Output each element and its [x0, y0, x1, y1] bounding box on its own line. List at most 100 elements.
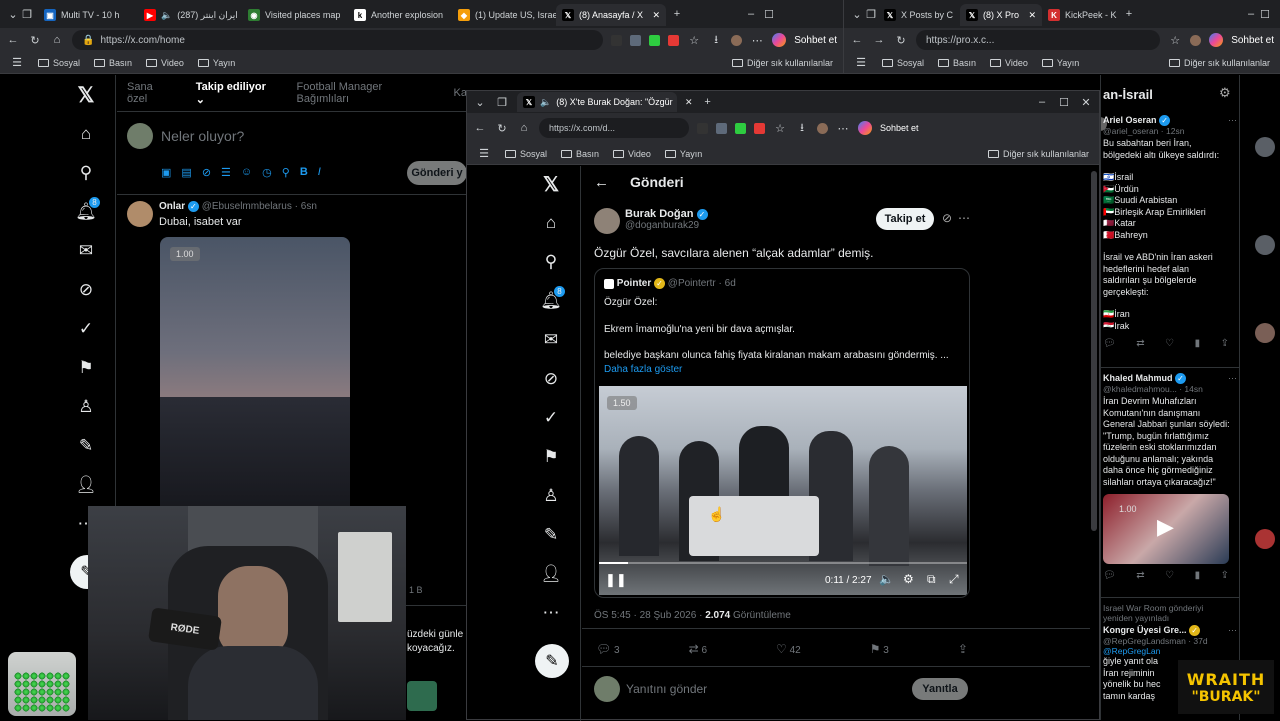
tweet-time[interactable]: 12sn: [1166, 126, 1184, 136]
tweet-time[interactable]: 37d: [1193, 636, 1207, 646]
avatar[interactable]: [731, 34, 743, 46]
avatar[interactable]: [1255, 235, 1275, 255]
mail-icon[interactable]: ✉: [539, 328, 563, 352]
pip-icon[interactable]: ⧉: [927, 572, 936, 587]
bookmark-folder[interactable]: Sosyal: [882, 58, 924, 68]
tweet-handle[interactable]: @Ebuselmmbelarus: [202, 201, 292, 212]
tweet-video[interactable]: 1.00 ▶: [1103, 494, 1229, 565]
avatar[interactable]: [1190, 34, 1202, 46]
quote-handle[interactable]: @Pointertr: [668, 278, 716, 289]
extension-icon[interactable]: [754, 122, 765, 134]
share-icon[interactable]: ⇪: [958, 642, 968, 656]
close-icon[interactable]: ✕: [1028, 10, 1036, 21]
back-icon[interactable]: ←: [850, 33, 864, 47]
quote-card[interactable]: Pointer ✓ @Pointertr · 6d Özgür Özel: Ek…: [594, 268, 970, 598]
back-icon[interactable]: ←: [473, 121, 487, 135]
chat-button[interactable]: Sohbet et: [1231, 35, 1274, 46]
tweet-handle[interactable]: @RepGregLandsman: [1103, 636, 1186, 646]
downloads-icon[interactable]: ⭳: [709, 33, 723, 47]
avatar[interactable]: [127, 123, 153, 149]
avatar[interactable]: [594, 676, 620, 702]
bookmark-icon[interactable]: ⚑: [74, 356, 98, 380]
more-icon[interactable]: ⋯: [750, 33, 764, 47]
video-progress-track[interactable]: [599, 562, 967, 564]
speed-badge[interactable]: 1.50: [607, 396, 637, 410]
mention-link[interactable]: @RepGregLan: [1103, 646, 1237, 656]
bookmark-folder[interactable]: Basın: [938, 58, 976, 68]
tweet-author[interactable]: Ariel Oseran: [1103, 115, 1157, 125]
bell-icon[interactable]: 🔔︎ 8: [74, 197, 100, 224]
jobs-icon[interactable]: ♙: [539, 484, 563, 508]
copilot-icon[interactable]: [1209, 33, 1224, 47]
mail-icon[interactable]: ✉: [74, 239, 98, 263]
x-logo-icon[interactable]: 𝕏: [74, 83, 98, 107]
copilot-icon[interactable]: [858, 121, 872, 135]
more-icon[interactable]: ⋯: [836, 121, 850, 135]
bookmark-folder[interactable]: Yayın: [197, 58, 235, 68]
other-bookmarks[interactable]: Diğer sık kullanılanlar: [987, 149, 1089, 159]
avatar[interactable]: [1255, 529, 1275, 549]
new-tab-icon[interactable]: +: [701, 95, 715, 109]
repost-icon[interactable]: ⇄: [1136, 570, 1144, 581]
chat-button[interactable]: Sohbet et: [794, 35, 837, 46]
avatar[interactable]: [594, 208, 620, 234]
favorites-icon[interactable]: ☆: [773, 121, 787, 135]
like-action[interactable]: ♡ 42: [776, 642, 801, 656]
bell-icon[interactable]: 🔔︎ 8: [539, 286, 565, 313]
new-tab-icon[interactable]: +: [1122, 7, 1136, 21]
views-icon[interactable]: ▮: [1195, 338, 1201, 349]
tab-visited-places[interactable]: ◉ Visited places map: [242, 4, 348, 26]
grok-icon[interactable]: ⊘: [942, 211, 952, 225]
tab-youtube-iran[interactable]: ▶ 🔈 ایران اینتر (287): [138, 4, 242, 26]
extension-icon[interactable]: [735, 122, 746, 134]
verified-icon[interactable]: ✓: [74, 317, 98, 341]
search-icon[interactable]: ⚲: [539, 250, 563, 274]
schedule-icon[interactable]: ◷: [262, 166, 272, 179]
bookmark-folder[interactable]: Yayın: [664, 149, 702, 159]
bookmark-folder[interactable]: Video: [990, 58, 1028, 68]
maximize-icon[interactable]: ☐: [762, 7, 776, 21]
tab-for-you[interactable]: Sana özel: [127, 81, 174, 105]
tweet-author[interactable]: Kongre Üyesi Gre...: [1103, 625, 1187, 635]
address-bar[interactable]: https://pro.x.c...: [916, 30, 1161, 50]
search-icon[interactable]: ⚲: [74, 161, 98, 185]
maximize-icon[interactable]: ☐: [1258, 7, 1272, 21]
extension-icon[interactable]: [611, 34, 623, 46]
column-settings-icon[interactable]: ⚙: [1219, 85, 1231, 101]
show-more-link[interactable]: Daha fazla göster: [604, 364, 682, 375]
reply-action[interactable]: 💬︎ 3: [596, 642, 620, 656]
fullscreen-icon[interactable]: ⤢: [949, 572, 959, 587]
premium-icon[interactable]: ✎: [74, 434, 98, 458]
reply-icon[interactable]: 💬︎: [1103, 570, 1116, 581]
profile-icon[interactable]: 👤︎: [539, 562, 563, 586]
profile-icon[interactable]: 👤︎: [74, 473, 98, 497]
bookmark-folder[interactable]: Video: [146, 58, 184, 68]
tweet-handle[interactable]: @khaledmahmou...: [1103, 384, 1177, 394]
tweet-author[interactable]: Khaled Mahmud: [1103, 373, 1173, 383]
address-bar[interactable]: 🔒 https://x.com/home: [72, 30, 604, 50]
avatar[interactable]: [817, 122, 828, 134]
bookmark-icon[interactable]: ⚑: [539, 445, 563, 469]
tab-update-us[interactable]: ◆ (1) Update US, Israe: [452, 4, 556, 26]
back-arrow-icon[interactable]: ←: [594, 174, 609, 191]
extension-icon[interactable]: [668, 34, 680, 46]
share-icon[interactable]: ⇪: [1221, 570, 1229, 581]
tab-kickpeek[interactable]: K KickPeek - K: [1042, 4, 1122, 26]
other-bookmarks[interactable]: Diğer sık kullanılanlar: [1168, 58, 1270, 68]
tab-x-posts[interactable]: 𝕏X Posts by C: [878, 4, 960, 26]
home-icon[interactable]: ⌂: [50, 33, 64, 47]
tab-actions-icon[interactable]: ⌄: [850, 7, 864, 21]
settings-icon[interactable]: ⚙: [903, 572, 914, 586]
post-button[interactable]: Gönderi y: [407, 161, 467, 185]
bookmark-folder[interactable]: Yayın: [1041, 58, 1079, 68]
compose-input[interactable]: Neler oluyor?: [161, 128, 244, 144]
reply-button[interactable]: Yanıtla: [912, 678, 968, 700]
tweet-time[interactable]: 14sn: [1184, 384, 1202, 394]
tab-x-home[interactable]: 𝕏 (8) Anasayfa / X ✕: [556, 4, 666, 26]
close-window-icon[interactable]: ✕: [1079, 95, 1093, 109]
minimize-icon[interactable]: –: [1035, 95, 1049, 109]
tweet-video[interactable]: 1.00: [160, 237, 350, 527]
workspaces-icon[interactable]: ❐: [864, 7, 878, 21]
share-icon[interactable]: ⇪: [1221, 338, 1229, 349]
tab-actions-icon[interactable]: ⌄: [6, 7, 20, 21]
